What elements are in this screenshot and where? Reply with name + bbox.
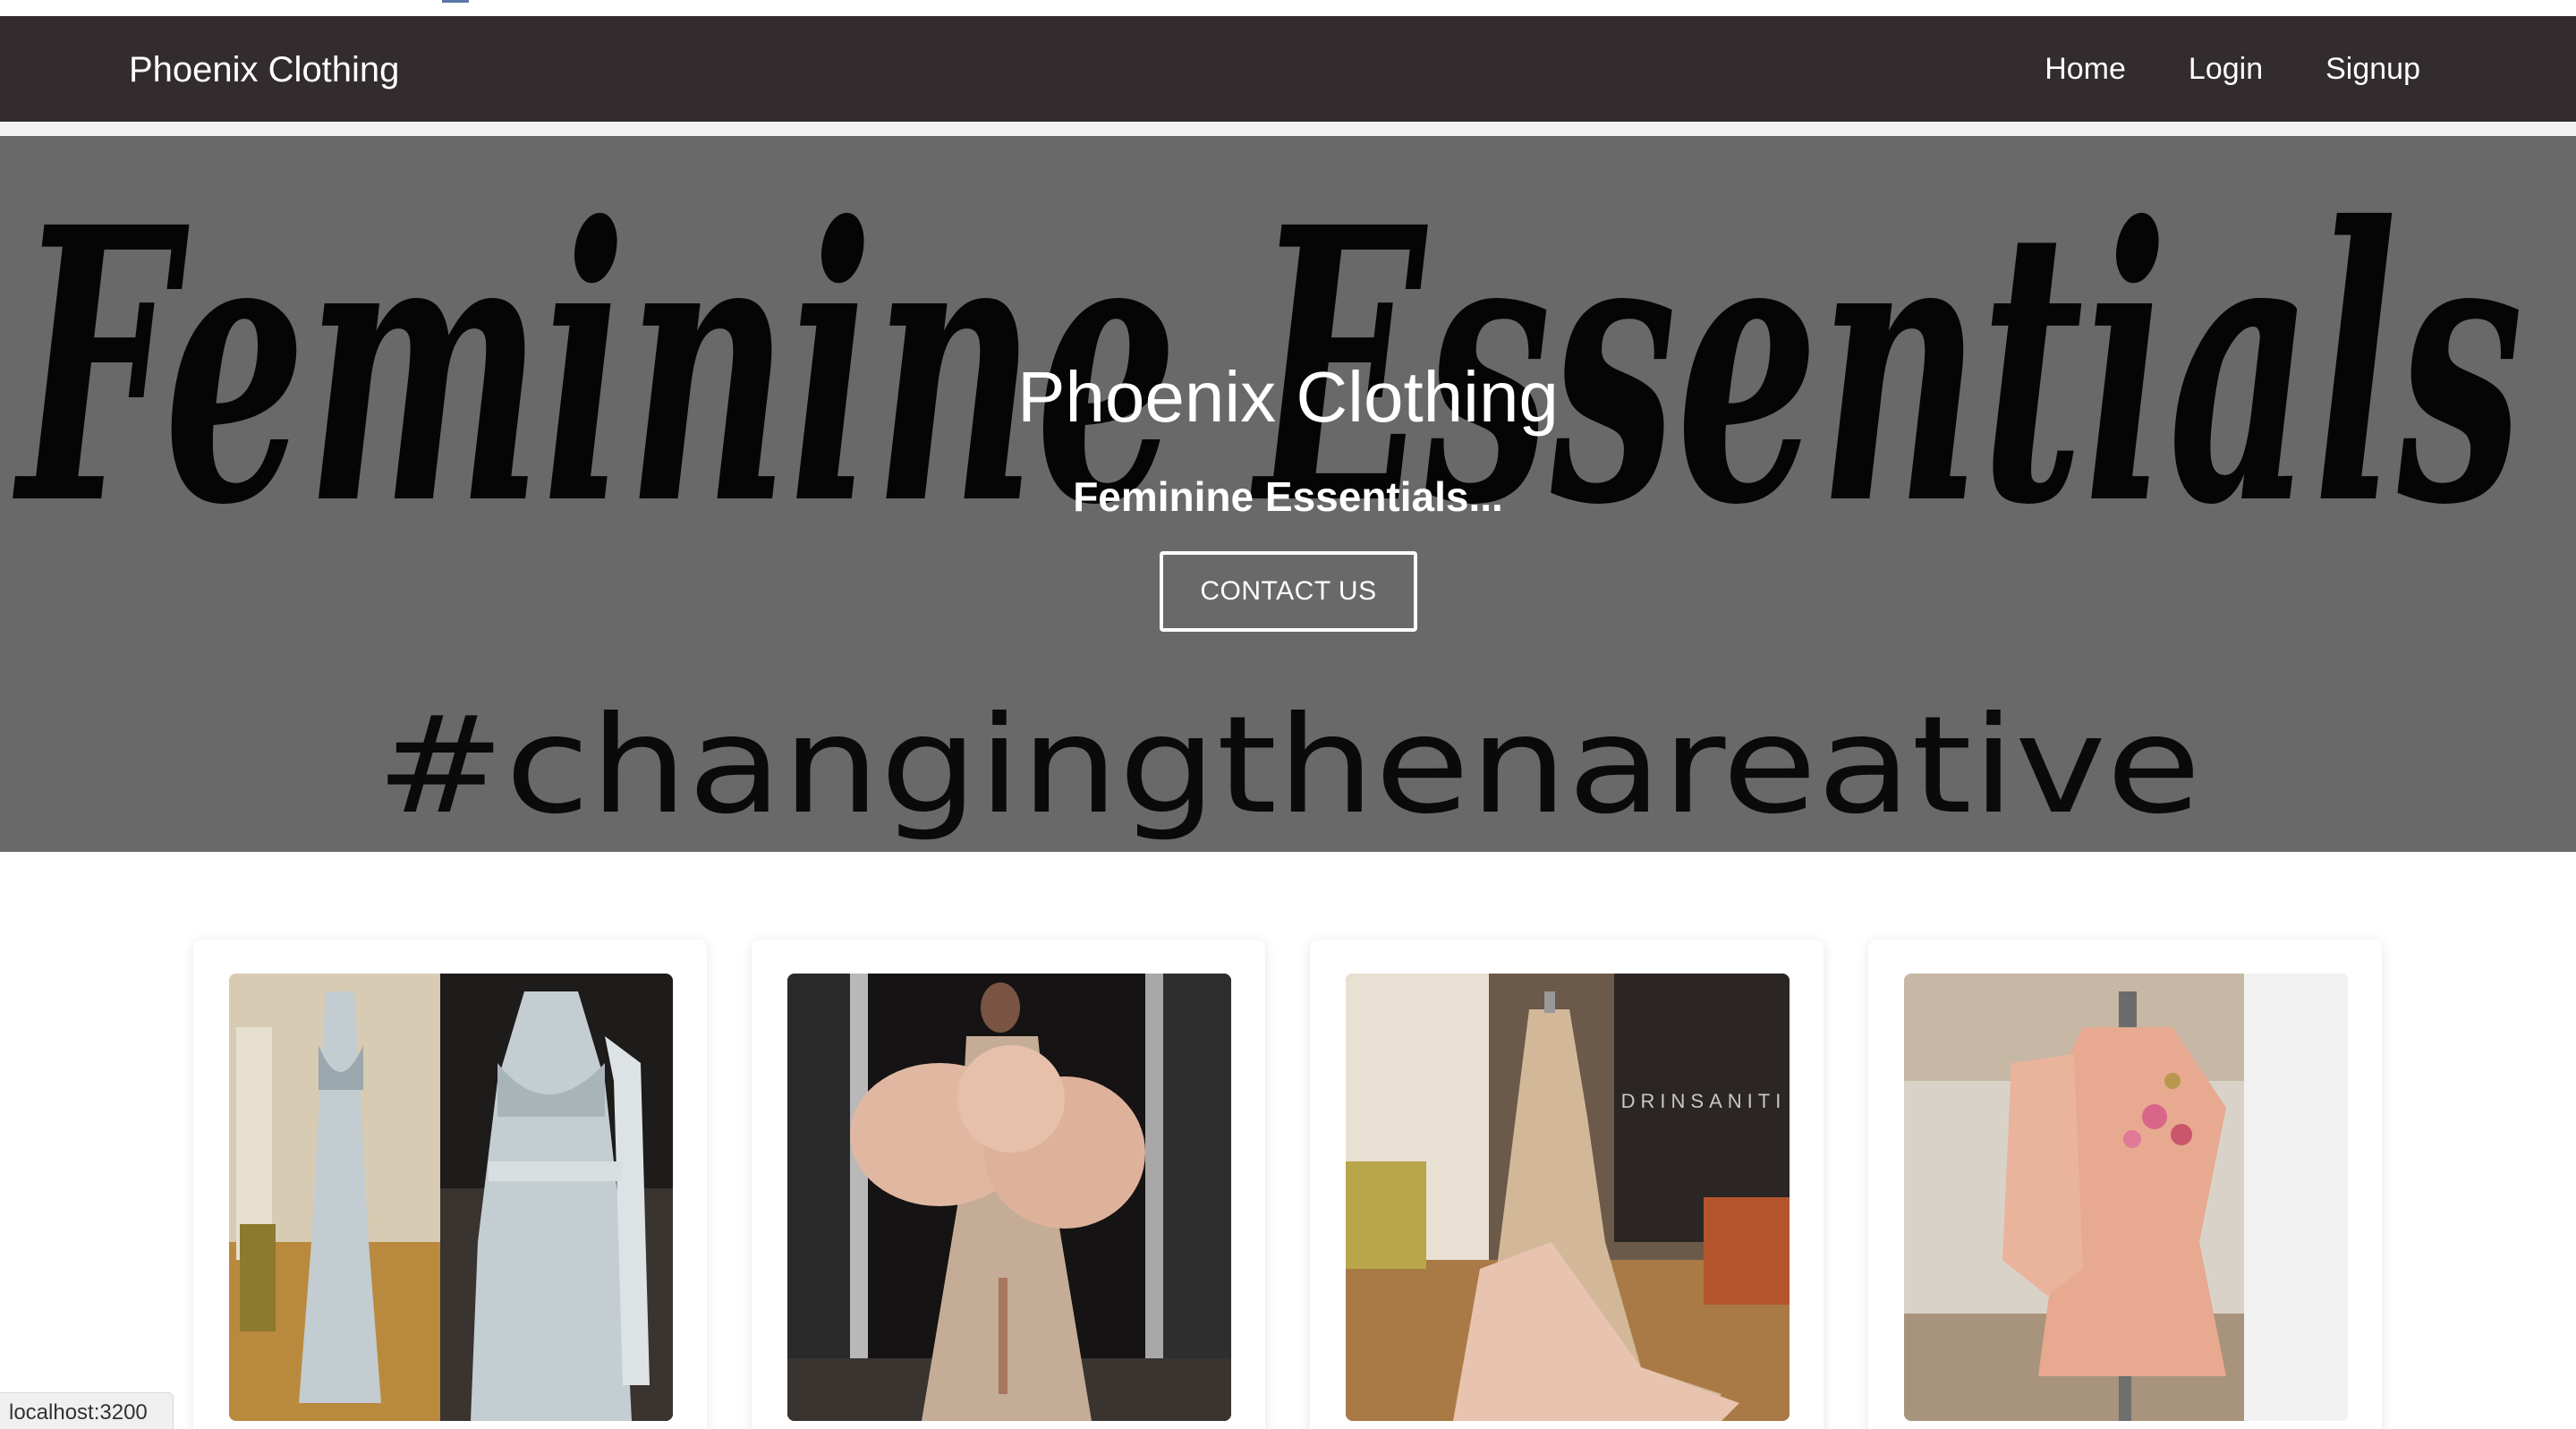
- nav-login-link[interactable]: Login: [2189, 52, 2263, 87]
- nav-signup-link[interactable]: Signup: [2325, 52, 2420, 87]
- dress-photo-feather-sleeve-gown-icon: [787, 974, 1231, 1421]
- product-image-1[interactable]: [229, 974, 673, 1421]
- product-card: [193, 940, 707, 1429]
- nav-home-link[interactable]: Home: [2045, 52, 2126, 87]
- svg-text:DRINSANITI: DRINSANITI: [1621, 1090, 1787, 1112]
- hero-title: Phoenix Clothing: [1017, 357, 1559, 437]
- hero-subtitle: Feminine Essentials...: [1073, 473, 1503, 520]
- product-image-2[interactable]: [787, 974, 1231, 1421]
- dress-photo-pale-blue-gown-icon: [229, 974, 673, 1421]
- hero-bg-hashtag: #changingthenareative: [376, 688, 2201, 844]
- product-image-3[interactable]: DRINSANITI: [1346, 974, 1790, 1421]
- navbar-divider: [0, 122, 2576, 136]
- contact-us-button[interactable]: CONTACT US: [1160, 551, 1417, 632]
- product-card: [752, 940, 1265, 1429]
- browser-top-strip: [0, 0, 2576, 16]
- product-image-4[interactable]: [1904, 974, 2348, 1421]
- brand-link[interactable]: Phoenix Clothing: [129, 50, 399, 90]
- tab-indicator: [442, 0, 469, 3]
- nav-links: Home Login Signup: [1982, 52, 2420, 87]
- hero-banner: Feminine Essentials #changingthenareativ…: [0, 136, 2576, 852]
- product-card: [1868, 940, 2382, 1429]
- dress-photo-peach-mini-dress-icon: [1904, 974, 2348, 1421]
- dress-photo-feather-train-gown-icon: DRINSANITI: [1346, 974, 1790, 1421]
- browser-status-url: localhost:3200: [0, 1392, 174, 1429]
- product-card: DRINSANITI: [1310, 940, 1824, 1429]
- navbar: Phoenix Clothing Home Login Signup: [0, 16, 2576, 122]
- product-grid: DRINSANITI: [0, 940, 2576, 1429]
